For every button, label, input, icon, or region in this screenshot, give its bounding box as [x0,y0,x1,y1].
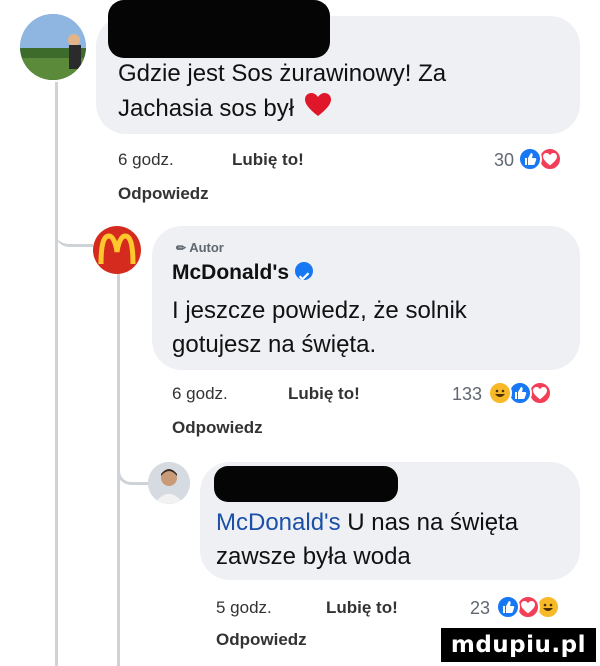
author-name[interactable]: McDonald's [172,256,314,290]
author-badge: ✏ Autor [176,240,224,255]
thread-connector [117,440,150,485]
reply-button[interactable]: Odpowiedz [118,184,209,204]
comment-text: Jachasia sos był [118,92,331,127]
reaction-count[interactable]: 133 [452,384,482,405]
like-button[interactable]: Lubię to! [288,384,360,404]
like-button[interactable]: Lubię to! [326,598,398,618]
like-icon [496,595,520,619]
comment-text: Gdzie jest Sos żurawinowy! Za [118,60,447,87]
avatar[interactable] [148,462,190,504]
comment-text: zawsze była woda [216,543,411,570]
pencil-icon: ✏ [176,241,187,255]
like-icon [518,147,542,171]
watermark: mdupiu.pl [440,628,596,662]
thread-line-main [55,82,58,666]
heart-emoji [304,92,331,127]
comment-text-line: Jachasia sos był [118,95,295,122]
comment-text-line: U nas na święta [340,509,519,536]
comment-time[interactable]: 6 godz. [172,384,228,404]
reaction-count[interactable]: 30 [494,150,514,171]
author-badge-label: Autor [189,240,224,255]
comment-text: McDonald's U nas na święta [216,506,518,540]
redacted-author-name [214,466,398,502]
haha-icon [488,381,512,405]
redacted-author-name [108,0,330,58]
like-button[interactable]: Lubię to! [232,150,304,170]
comment-time[interactable]: 6 godz. [118,150,174,170]
comment-text: gotujesz na święta. [172,331,377,358]
mention-link[interactable]: McDonald's [216,509,341,536]
avatar[interactable] [20,14,86,80]
reaction-count[interactable]: 23 [470,598,490,619]
verified-icon [295,262,314,282]
mcdonalds-avatar[interactable] [93,226,141,274]
reply-button[interactable]: Odpowiedz [172,418,263,438]
reply-button[interactable]: Odpowiedz [216,630,307,650]
author-name-text: McDonald's [172,261,290,284]
comment-text: I jeszcze powiedz, że solnik [172,297,467,324]
comment-time[interactable]: 5 godz. [216,598,272,618]
thread-connector [55,200,93,247]
